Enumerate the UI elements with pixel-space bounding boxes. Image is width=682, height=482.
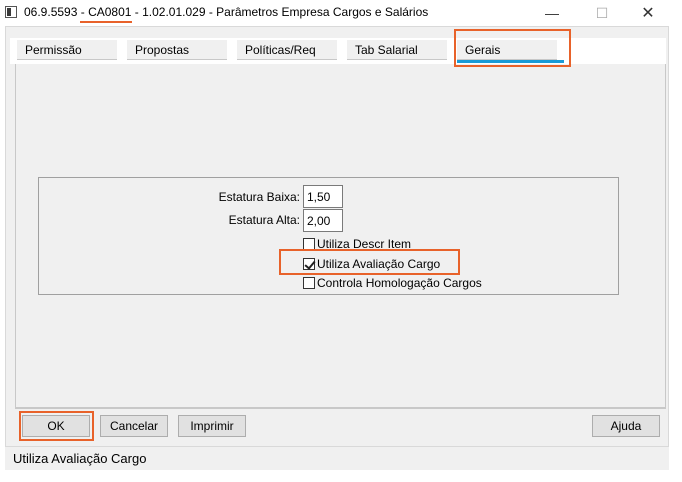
title-suffix: - 1.02.01.029 - Parâmetros Empresa Cargo… [131,5,429,19]
tab-permissao[interactable]: Permissão [17,40,117,60]
utiliza-descr-item-checkbox[interactable]: Utiliza Descr Item [303,236,411,251]
tab-politicas-req[interactable]: Políticas/Req [237,40,337,60]
checkbox-box-checked[interactable] [303,257,315,270]
status-bar: Utiliza Avaliação Cargo [5,446,669,470]
title-bar: 06.9.5593 - CA0801 - 1.02.01.029 - Parâm… [0,0,674,26]
ok-button[interactable]: OK [22,415,90,437]
title-program-code: CA0801 [88,5,132,19]
checkbox-label: Controla Homologação Cargos [317,275,482,290]
controla-homologacao-cargos-checkbox[interactable]: Controla Homologação Cargos [303,275,482,290]
cancel-button[interactable]: Cancelar [100,415,168,437]
estatura-baixa-input[interactable] [303,185,343,208]
estatura-alta-label: Estatura Alta: [228,213,300,227]
tab-label: Tab Salarial [355,43,418,57]
tab-label: Políticas/Req [245,43,316,57]
checkbox-box[interactable] [303,276,315,289]
tab-label: Propostas [135,43,190,57]
estatura-baixa-label: Estatura Baixa: [218,190,300,204]
title-prefix: 06.9.5593 - [24,5,89,19]
tab-gerais[interactable]: Gerais [457,40,557,60]
close-button[interactable]: ✕ [626,0,670,26]
window-title: 06.9.5593 - CA0801 - 1.02.01.029 - Parâm… [24,5,428,19]
active-tab-indicator [457,60,564,63]
minimize-button[interactable]: — [530,0,574,26]
checkbox-label: Utiliza Avaliação Cargo [317,256,441,271]
tab-propostas[interactable]: Propostas [127,40,227,60]
estatura-alta-input[interactable] [303,209,343,232]
print-button[interactable]: Imprimir [178,415,246,437]
checkbox-label: Utiliza Descr Item [317,236,412,251]
app-window-icon [5,6,17,18]
utiliza-avaliacao-cargo-checkbox[interactable]: Utiliza Avaliação Cargo [303,256,440,271]
checkbox-box[interactable] [303,237,315,250]
tab-label: Gerais [465,43,501,57]
program-code-underline [80,21,132,23]
main-window: 06.9.5593 - CA0801 - 1.02.01.029 - Parâm… [0,0,674,474]
tab-tab-salarial[interactable]: Tab Salarial [347,40,447,60]
maximize-button[interactable]: ☐ [580,0,624,26]
help-button[interactable]: Ajuda [592,415,660,437]
tab-label: Permissão [25,43,82,57]
